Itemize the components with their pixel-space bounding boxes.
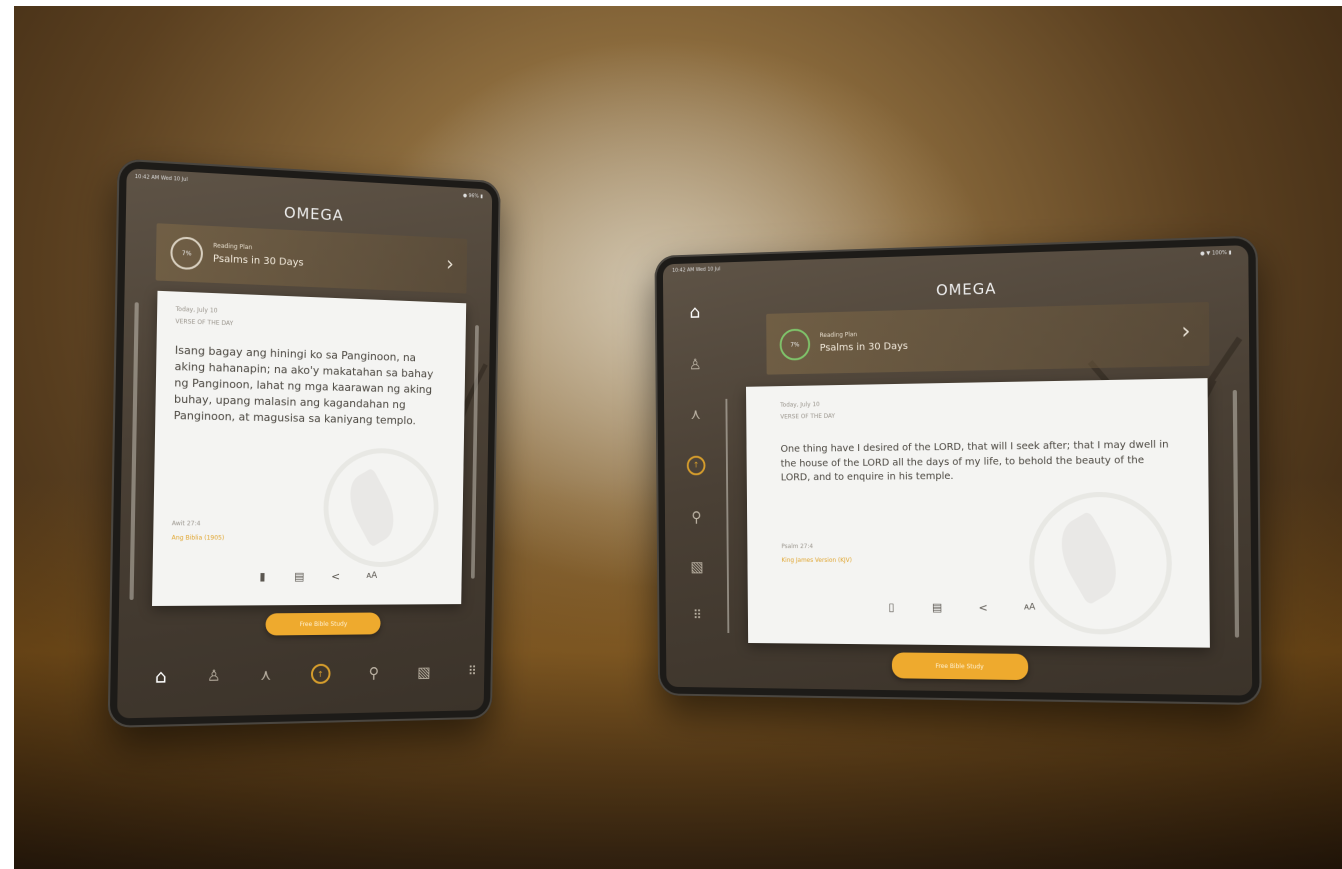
bottom-tab-bar: ⌂ ♙ ⋏ ↑ ⚲ ▧ ⠿: [155, 657, 477, 692]
verse-translation: Ang Biblia (1905): [171, 534, 225, 542]
verse-of-the-day-card[interactable]: Today, July 10 VERSE OF THE DAY Isang ba…: [152, 290, 467, 607]
logo-icon[interactable]: ↑: [686, 455, 706, 476]
home-icon[interactable]: ⌂: [689, 302, 700, 323]
person-icon[interactable]: ♙: [207, 666, 221, 684]
search-icon[interactable]: ⚲: [368, 664, 379, 682]
notes-icon[interactable]: ▧: [417, 663, 431, 681]
reading-plan-card[interactable]: 7% Reading Plan Psalms in 30 Days ›: [766, 301, 1210, 375]
search-icon[interactable]: ⚲: [691, 508, 701, 526]
plan-caption: Reading Plan: [819, 331, 858, 340]
plan-progress-value: 7%: [181, 249, 192, 258]
verse-date: Today, July 10: [175, 305, 218, 315]
verse-translation: King James Version (KJV): [781, 556, 852, 564]
share-icon[interactable]: <: [327, 567, 345, 585]
verse-of-the-day-card[interactable]: Today, July 10 VERSE OF THE DAY One thin…: [746, 378, 1210, 648]
rail-divider: [725, 398, 730, 634]
plan-name: Psalms in 30 Days: [212, 253, 304, 269]
bookmark-icon[interactable]: ▯: [882, 597, 902, 617]
grid-icon[interactable]: ⠿: [693, 608, 702, 623]
home-icon[interactable]: ⌂: [155, 666, 167, 688]
status-battery: ● 96% ▮: [462, 192, 483, 200]
notes-icon[interactable]: ▤: [927, 597, 947, 617]
verse-of-the-day-label: VERSE OF THE DAY: [780, 412, 836, 421]
plan-progress-value: 7%: [790, 341, 800, 349]
right-tablet-screen: 10:42 AM Wed 10 Jul ● ▼ 100% ▮ OMEGA ⌂ ♙…: [662, 245, 1253, 696]
image-border-top: [0, 0, 1342, 6]
plan-caption: Reading Plan: [213, 242, 253, 252]
chevron-right-icon: ›: [446, 251, 454, 276]
pray-icon[interactable]: ⋏: [690, 405, 700, 423]
bookmark-icon[interactable]: ▮: [253, 567, 271, 585]
image-border-left: [0, 0, 14, 869]
notes-icon[interactable]: ▤: [290, 567, 308, 585]
plan-progress-ring: 7%: [170, 236, 204, 271]
status-battery: ● ▼ 100% ▮: [1200, 249, 1232, 257]
verse-text: One thing have I desired of the LORD, th…: [780, 439, 1169, 484]
chevron-right-icon: ›: [1181, 318, 1191, 345]
card-actions: ▯ ▤ < ᴀA: [882, 597, 1040, 618]
free-bible-study-button[interactable]: Free Bible Study: [265, 612, 381, 636]
pray-icon[interactable]: ⋏: [260, 666, 271, 684]
left-tablet-screen: 10:42 AM Wed 10 Jul ● 96% ▮ OMEGA 7% Rea…: [117, 168, 493, 719]
right-tablet: 10:42 AM Wed 10 Jul ● ▼ 100% ▮ OMEGA ⌂ ♙…: [654, 235, 1262, 706]
reading-plan-card[interactable]: 7% Reading Plan Psalms in 30 Days ›: [155, 223, 468, 294]
side-navigation-rail: ⌂ ♙ ⋏ ↑ ⚲ ▧ ⠿: [676, 302, 716, 624]
verse-reference: Psalm 27:4: [781, 543, 814, 551]
font-size-icon[interactable]: ᴀA: [363, 567, 381, 585]
share-icon[interactable]: <: [973, 597, 993, 617]
verse-reference: Awit 27:4: [171, 520, 201, 528]
verse-text: Isang bagay ang hiningi ko sa Panginoon,…: [173, 343, 434, 427]
status-time: 10:42 AM Wed 10 Jul: [672, 266, 721, 274]
left-scroll-indicator[interactable]: [129, 302, 139, 600]
verse-date: Today, July 10: [780, 401, 820, 409]
notes-icon[interactable]: ▧: [690, 558, 703, 576]
plan-progress-ring: 7%: [779, 328, 811, 361]
verse-of-the-day-label: VERSE OF THE DAY: [175, 318, 234, 328]
logo-icon[interactable]: ↑: [310, 663, 331, 685]
status-time: 10:42 AM Wed 10 Jul: [134, 173, 188, 184]
grid-icon[interactable]: ⠿: [468, 664, 477, 679]
free-bible-study-button[interactable]: Free Bible Study: [891, 652, 1029, 681]
person-icon[interactable]: ♙: [689, 355, 702, 373]
font-size-icon[interactable]: ᴀA: [1020, 597, 1040, 617]
plan-name: Psalms in 30 Days: [819, 340, 908, 354]
left-tablet: 10:42 AM Wed 10 Jul ● 96% ▮ OMEGA 7% Rea…: [107, 158, 501, 728]
card-actions: ▮ ▤ < ᴀA: [253, 567, 380, 585]
